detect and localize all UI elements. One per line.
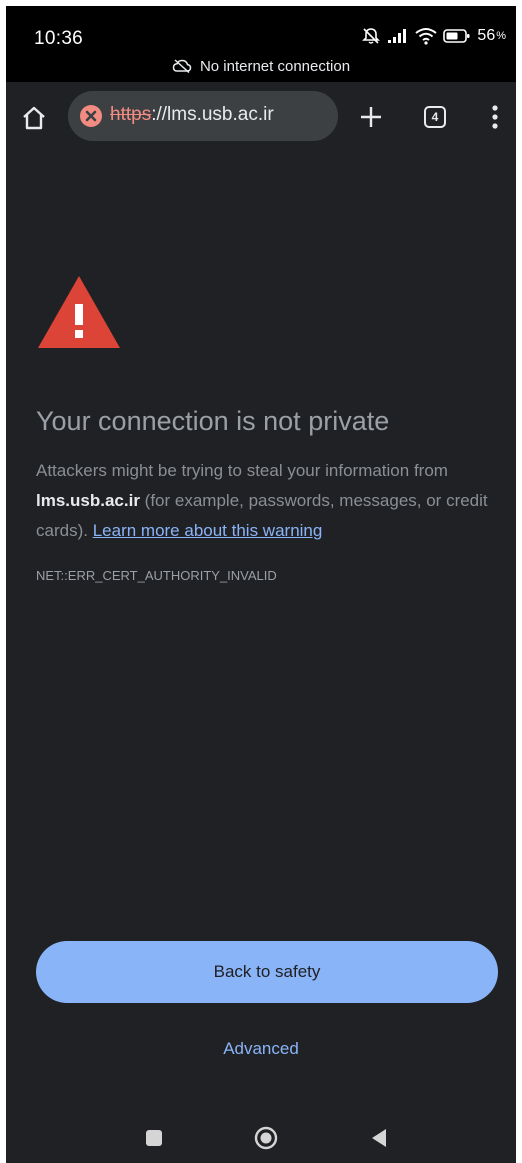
battery-percent: 56	[477, 27, 496, 44]
offline-notice-text: No internet connection	[199, 58, 351, 75]
tab-switcher-button[interactable]: 4	[424, 106, 446, 128]
error-code: NET::ERR_CERT_AUTHORITY_INVALID	[36, 568, 277, 583]
host-name: lms.usb.ac.ir	[36, 491, 140, 510]
home-icon	[23, 106, 45, 130]
status-bar: 10:36 56 % No internet connection	[6, 6, 516, 82]
url-text: https://lms.usb.ac.ir	[110, 104, 274, 126]
warning-explanation: Attackers might be trying to steal your …	[36, 456, 496, 546]
status-time: 10:36	[34, 28, 84, 49]
new-tab-button[interactable]	[358, 104, 384, 130]
wifi-icon	[415, 27, 438, 45]
explanation-text-before: Attackers might be trying to steal your …	[36, 461, 448, 480]
url-host: ://lms.usb.ac.ir	[151, 104, 274, 125]
back-to-safety-button[interactable]: Back to safety	[36, 941, 498, 1003]
system-nav-bar	[6, 1086, 516, 1163]
nav-back-button[interactable]	[370, 1128, 388, 1148]
certificate-error-icon	[80, 105, 102, 127]
status-icons: 56%	[361, 26, 506, 46]
advanced-link[interactable]: Advanced	[6, 1039, 516, 1059]
url-scheme: https	[110, 104, 152, 125]
offline-notice: No internet connection	[6, 58, 516, 77]
phone-screen: 10:36 56 % No internet connection https:…	[0, 0, 522, 1163]
recents-button[interactable]	[146, 1130, 162, 1146]
warning-triangle-icon	[38, 276, 120, 348]
plus-icon	[361, 107, 381, 127]
learn-more-link[interactable]: Learn more about this warning	[93, 521, 323, 540]
more-vert-icon	[492, 105, 498, 129]
browser-frame: 10:36 56 % No internet connection https:…	[6, 6, 516, 1163]
signal-icon	[387, 28, 409, 44]
browser-toolbar: https://lms.usb.ac.ir 4	[6, 82, 516, 152]
more-menu-button[interactable]	[491, 104, 499, 130]
home-button[interactable]	[20, 104, 48, 132]
battery-icon	[443, 28, 471, 44]
percent-sign: %	[496, 30, 506, 42]
nav-home-button[interactable]	[254, 1126, 278, 1150]
page-title: Your connection is not private	[36, 406, 390, 436]
bell-muted-icon	[361, 26, 381, 46]
cloud-off-icon	[172, 59, 192, 77]
address-bar[interactable]: https://lms.usb.ac.ir	[68, 91, 338, 141]
